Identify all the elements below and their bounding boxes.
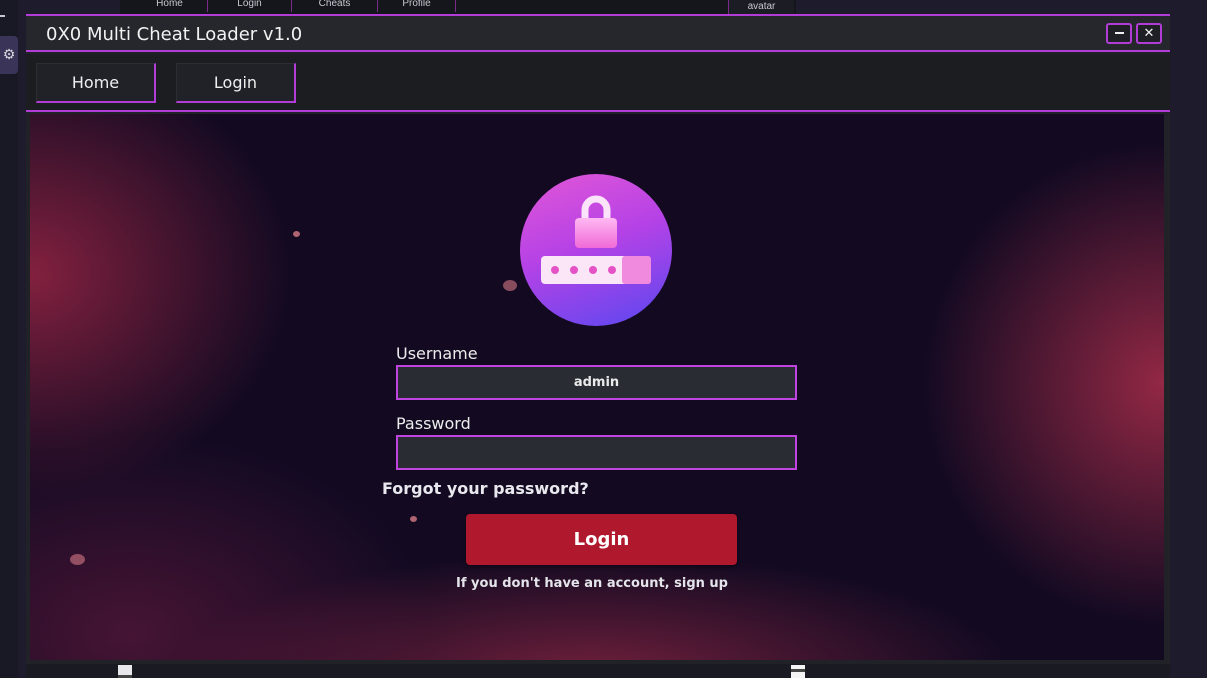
background-avatar[interactable]: avatar	[728, 0, 794, 14]
minimize-icon	[1115, 32, 1124, 34]
lock-icon	[541, 195, 651, 284]
lock-illustration	[520, 174, 672, 326]
minimize-button[interactable]	[1106, 23, 1132, 44]
login-button[interactable]: Login	[466, 514, 737, 565]
bottom-background-strip	[26, 663, 1170, 678]
username-label: Username	[396, 344, 478, 363]
login-panel: Username admin Password Forgot your pass…	[30, 114, 1164, 660]
window-title: 0X0 Multi Cheat Loader v1.0	[46, 24, 303, 45]
glow-particle	[503, 280, 517, 291]
close-button[interactable]: ✕	[1136, 23, 1162, 44]
glow-particle	[293, 231, 300, 237]
background-tab-login[interactable]: Login	[208, 0, 292, 12]
bottom-right-marker	[791, 665, 805, 678]
desktop-left-strip	[0, 0, 18, 678]
signup-link[interactable]: If you don't have an account, sign up	[396, 576, 788, 591]
forgot-password-link[interactable]: Forgot your password?	[382, 479, 589, 498]
navbar: Home Login	[26, 54, 1170, 112]
gear-icon[interactable]: ⚙	[0, 36, 18, 74]
background-tab-home[interactable]: Home	[132, 0, 208, 12]
background-tab-cheats[interactable]: Cheats	[292, 0, 378, 12]
password-input[interactable]	[396, 435, 797, 470]
nav-home-button[interactable]: Home	[36, 63, 156, 103]
background-tab-profile[interactable]: Profile	[378, 0, 456, 12]
password-label: Password	[396, 414, 471, 433]
loader-window: 0X0 Multi Cheat Loader v1.0 ✕ Home Login	[26, 14, 1170, 664]
username-input[interactable]: admin	[396, 365, 797, 400]
title-bar[interactable]: 0X0 Multi Cheat Loader v1.0 ✕	[26, 16, 1170, 52]
bottom-left-marker	[118, 665, 132, 678]
background-window-navbar: Home Login Cheats Profile avatar	[120, 0, 796, 14]
nav-login-button[interactable]: Login	[176, 63, 296, 103]
dash-icon	[0, 15, 5, 17]
glow-particle	[70, 554, 85, 565]
glow-particle	[410, 516, 417, 522]
